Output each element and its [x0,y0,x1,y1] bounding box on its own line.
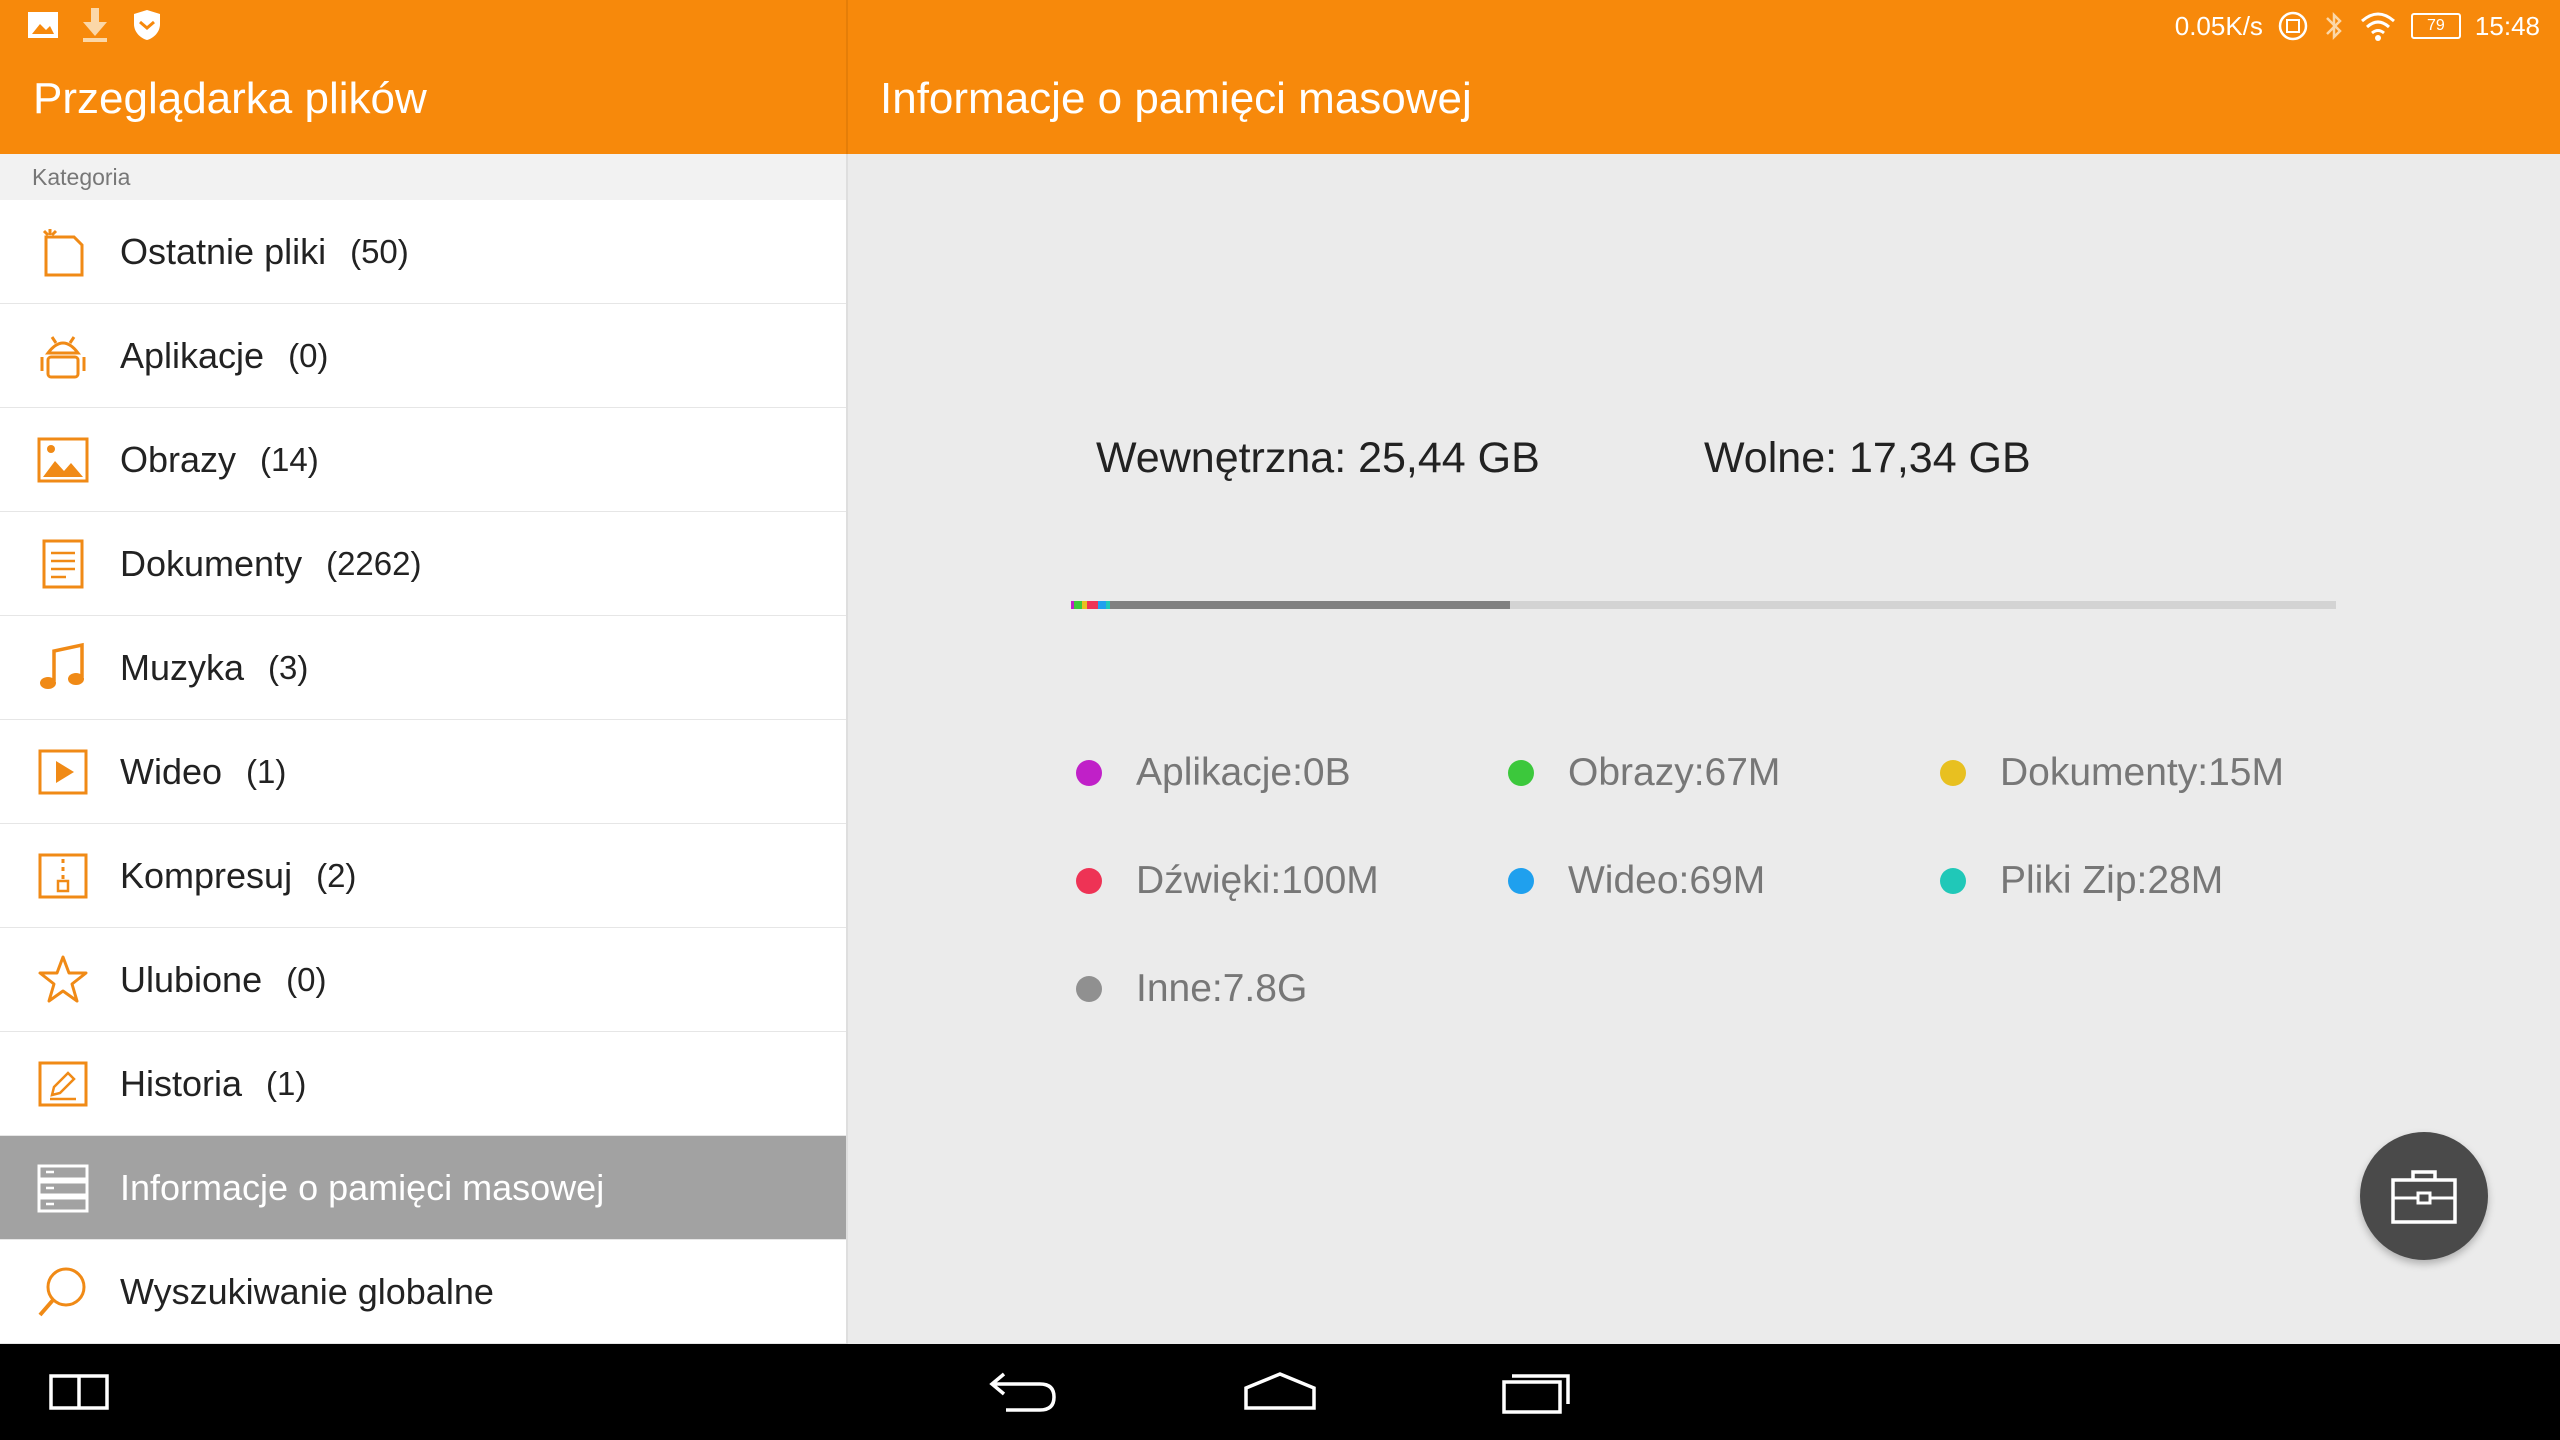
search-icon [38,1267,86,1316]
menu-item-label: Dokumenty [120,542,303,584]
internal-storage-total: Wewnętrzna: 25,44 GB [1096,434,1540,482]
status-bar-right: 0.05K/s 79 15:48 [2175,6,2540,46]
usage-bar-segment [1110,601,1510,609]
legend-dot [1508,760,1534,786]
right-panel-title: Informacje o pamięci masowej [880,74,1472,123]
legend-label: Dźwięki:100M [1136,859,1379,902]
legend-sounds: Dźwięki:100M [1076,859,1379,903]
legend-documents: Dokumenty:15M [1940,751,2284,795]
menu-item-history[interactable]: Historia (1) [0,1032,846,1136]
menu-item-count: (50) [350,232,409,270]
menu-item-recent-files[interactable]: Ostatnie pliki (50) [0,200,846,304]
legend-dot [1076,760,1102,786]
menu-item-global-search[interactable]: Wyszukiwanie globalne [0,1240,846,1344]
usage-bar-segment [1087,601,1098,609]
briefcase-icon [2391,1170,2457,1224]
legend-label: Dokumenty:15M [2000,751,2284,794]
recent-apps-icon[interactable] [1500,1366,1574,1418]
legend-apps: Aplikacje:0B [1076,751,1351,795]
legend-video: Wideo:69M [1508,859,1765,903]
legend-label: Pliki Zip:28M [2000,859,2224,902]
legend-label: Inne:7.8G [1136,967,1308,1010]
wifi-icon [2360,12,2395,41]
menu-item-images[interactable]: Obrazy (14) [0,408,846,512]
legend-dot [1076,976,1102,1002]
legend-dot [1940,760,1966,786]
legend-zip: Pliki Zip:28M [1940,859,2223,903]
menu-item-label: Ulubione [120,958,263,1000]
menu-item-favorites[interactable]: Ulubione (0) [0,928,846,1032]
menu-item-label: Ostatnie pliki [120,230,327,272]
status-bar-left [26,6,164,44]
back-icon[interactable] [986,1366,1060,1418]
legend-label: Aplikacje:0B [1136,751,1351,794]
menu-item-label: Aplikacje [120,334,265,376]
video-icon [38,749,88,794]
battery-level: 79 [2427,17,2445,34]
toolbox-fab-button[interactable] [2360,1132,2488,1260]
gallery-notification-icon [28,12,58,38]
recent-file-icon [42,228,84,276]
music-icon [40,642,84,689]
menu-item-apps[interactable]: Aplikacje (0) [0,304,846,408]
storage-usage-bar [1071,601,2336,609]
menu-item-count: (14) [260,440,319,478]
legend-dot [1508,868,1534,894]
menu-item-count: (3) [268,648,309,686]
category-panel: Kategoria Ostatnie pliki (50) Aplikacje … [0,154,848,1344]
menu-item-label: Wyszukiwanie globalne [120,1270,494,1312]
menu-item-label: Obrazy [120,438,237,480]
free-storage: Wolne: 17,34 GB [1704,434,2031,482]
zip-icon [38,853,88,898]
storage-icon [37,1164,89,1212]
menu-item-storage-info[interactable]: Informacje o pamięci masowej [0,1136,846,1240]
multi-window-icon[interactable] [48,1366,110,1418]
left-panel-title: Przeglądarka plików [33,74,427,123]
menu-item-label: Muzyka [120,646,245,688]
storage-info-panel: Wewnętrzna: 25,44 GB Wolne: 17,34 GB Apl… [848,154,2560,1344]
usage-bar-segment [1074,601,1082,609]
menu-item-compress[interactable]: Kompresuj (2) [0,824,846,928]
menu-item-count: (1) [246,752,287,790]
home-icon[interactable] [1242,1366,1318,1418]
battery-icon: 79 [2410,13,2461,39]
menu-item-count: (2) [316,856,357,894]
menu-item-video[interactable]: Wideo (1) [0,720,846,824]
android-icon [40,335,86,378]
history-icon [38,1061,88,1106]
bluetooth-icon [2326,11,2342,41]
star-icon [38,955,88,1002]
download-notification-icon [83,8,107,42]
system-navigation-bar [0,1344,2560,1440]
usage-bar-segment [1098,601,1106,609]
menu-item-label: Historia [120,1062,243,1104]
menu-item-label: Kompresuj [120,854,293,896]
network-speed: 0.05K/s [2174,10,2263,41]
clock: 15:48 [2474,10,2540,41]
app-header: 0.05K/s 79 15:48 Przeglądarka plików Inf… [0,0,2560,154]
image-icon [37,437,89,482]
shield-notification-icon [134,10,160,40]
menu-item-count: (0) [288,336,329,374]
menu-item-music[interactable]: Muzyka (3) [0,616,846,720]
legend-label: Obrazy:67M [1568,751,1781,794]
menu-item-label: Wideo [120,750,223,792]
menu-item-count: (2262) [326,544,422,582]
legend-other: Inne:7.8G [1076,967,1307,1011]
category-header: Kategoria [0,154,846,200]
legend-label: Wideo:69M [1568,859,1766,902]
screen: 0.05K/s 79 15:48 Przeglądarka plików Inf… [0,0,2560,1440]
header-divider [846,0,848,154]
menu-item-count: (0) [286,960,327,998]
document-icon [42,539,84,588]
legend-images: Obrazy:67M [1508,751,1780,795]
legend-dot [1940,868,1966,894]
legend-dot [1076,868,1102,894]
menu-item-count: (1) [266,1064,307,1102]
menu-item-documents[interactable]: Dokumenty (2262) [0,512,846,616]
menu-item-label: Informacje o pamięci masowej [120,1166,605,1208]
sync-icon [2278,11,2308,41]
